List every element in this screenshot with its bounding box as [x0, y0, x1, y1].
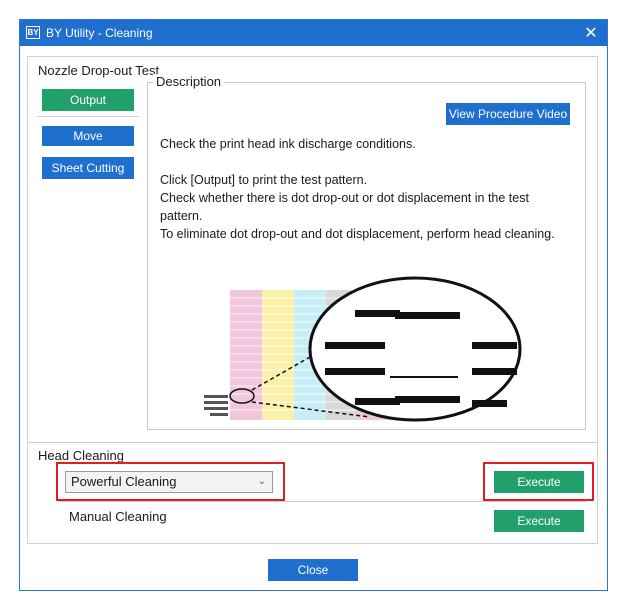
magnified-view	[308, 276, 522, 422]
move-button[interactable]: Move	[42, 126, 134, 146]
description-line-4: To eliminate dot drop-out and dot displa…	[160, 227, 555, 241]
close-icon[interactable]: ✕	[581, 23, 601, 43]
cleaning-window: BY BY Utility - Cleaning ✕ Nozzle Drop-o…	[19, 19, 608, 591]
description-line-2: Click [Output] to print the test pattern…	[160, 173, 368, 187]
view-procedure-video-button[interactable]: View Procedure Video	[446, 103, 570, 125]
description-line-1: Check the print head ink discharge condi…	[160, 137, 416, 151]
app-icon: BY	[26, 26, 40, 39]
execute-button[interactable]: Execute	[494, 471, 584, 493]
description-legend: Description	[153, 74, 225, 89]
cleaning-divider	[58, 501, 586, 502]
chevron-down-icon: ⌄	[257, 476, 266, 487]
sheet-cutting-button[interactable]: Sheet Cutting	[42, 157, 134, 179]
window-title: BY Utility - Cleaning	[46, 26, 153, 40]
section-divider	[28, 442, 597, 443]
close-button[interactable]: Close	[268, 559, 358, 581]
title-bar[interactable]: BY BY Utility - Cleaning ✕	[20, 20, 607, 46]
test-pattern-illustration	[204, 276, 522, 422]
head-cleaning-title: Head Cleaning	[38, 448, 125, 463]
manual-cleaning-label: Manual Cleaning	[69, 509, 167, 524]
nozzle-test-title: Nozzle Drop-out Test	[38, 63, 160, 78]
cleaning-mode-value: Powerful Cleaning	[71, 474, 177, 489]
left-divider	[37, 116, 139, 117]
output-button[interactable]: Output	[42, 89, 134, 111]
description-line-3: Check whether there is dot drop-out or d…	[160, 191, 529, 223]
manual-execute-button[interactable]: Execute	[494, 510, 584, 532]
cleaning-mode-select[interactable]: Powerful Cleaning ⌄	[65, 471, 273, 493]
